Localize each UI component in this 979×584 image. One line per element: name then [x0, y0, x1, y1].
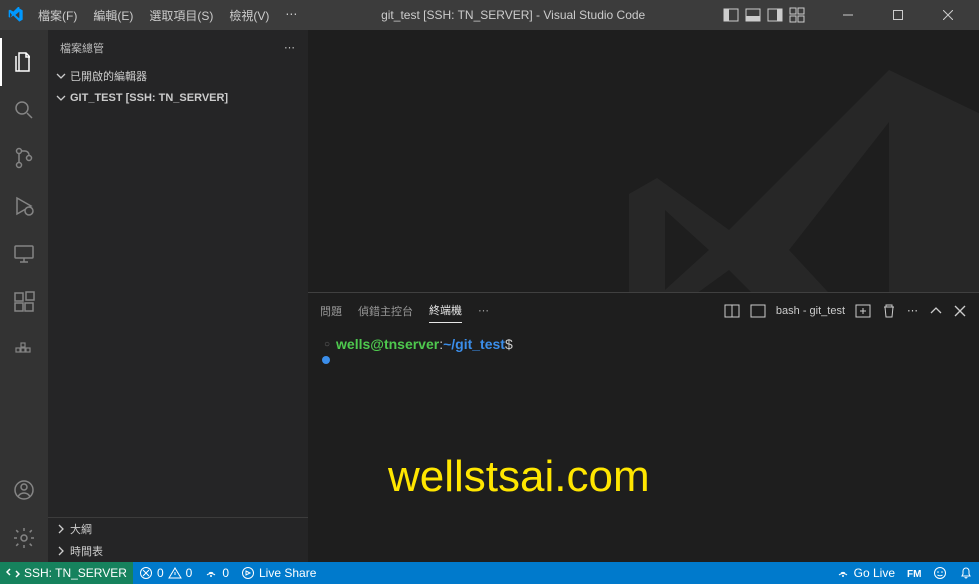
section-label: 時間表 [70, 543, 103, 559]
tab-terminal[interactable]: 終端機 [429, 298, 462, 323]
toggle-primary-sidebar-icon[interactable] [723, 7, 739, 23]
menu-file[interactable]: 檔案(F) [32, 5, 83, 26]
prompt-bullet-icon: ○ [324, 339, 330, 350]
status-notifications[interactable] [953, 562, 979, 584]
new-terminal-icon[interactable] [855, 303, 871, 319]
editor-area: 問題 偵錯主控台 終端機 ⋯ bash - git_test ⋯ ○ [308, 30, 979, 562]
explorer-sidebar: 檔案總管 ⋯ 已開啟的編輯器 GIT_TEST [SSH: TN_SERVER]… [48, 30, 308, 562]
activity-accounts[interactable] [0, 466, 48, 514]
main-area: 檔案總管 ⋯ 已開啟的編輯器 GIT_TEST [SSH: TN_SERVER]… [0, 30, 979, 562]
section-outline[interactable]: 大綱 [48, 518, 308, 540]
status-remote[interactable]: SSH: TN_SERVER [0, 562, 133, 584]
activity-bar [0, 30, 48, 562]
sidebar-title: 檔案總管 [60, 40, 104, 56]
status-golive-label: Go Live [854, 566, 895, 580]
editor-empty[interactable] [308, 30, 979, 292]
status-liveshare[interactable]: Live Share [235, 562, 322, 584]
activity-run-debug[interactable] [0, 182, 48, 230]
maximize-panel-icon[interactable] [929, 304, 943, 318]
terminal-shell-label[interactable]: bash - git_test [776, 305, 845, 317]
activity-source-control[interactable] [0, 134, 48, 182]
section-folder[interactable]: GIT_TEST [SSH: TN_SERVER] [48, 87, 308, 109]
svg-text:FM: FM [907, 569, 921, 580]
menu-selection[interactable]: 選取項目(S) [143, 5, 219, 26]
kill-terminal-icon[interactable] [881, 303, 897, 319]
section-timeline[interactable]: 時間表 [48, 540, 308, 562]
terminal-more-icon[interactable]: ⋯ [907, 304, 919, 317]
status-problems[interactable]: 0 0 [133, 562, 198, 584]
section-label: 已開啟的編輯器 [70, 68, 147, 84]
section-open-editors[interactable]: 已開啟的編輯器 [48, 65, 308, 87]
terminal-content[interactable]: ○ wells@tnserver:~/git_test$ wellstsai.c… [308, 328, 979, 562]
status-feedback[interactable] [927, 562, 953, 584]
status-liveshare-label: Live Share [259, 566, 316, 580]
terminal-panel: 問題 偵錯主控台 終端機 ⋯ bash - git_test ⋯ ○ [308, 292, 979, 562]
activity-docker[interactable] [0, 326, 48, 374]
prompt-dollar: $ [505, 336, 513, 352]
close-panel-icon[interactable] [953, 304, 967, 318]
status-formatter[interactable]: FM [901, 562, 927, 584]
split-terminal-icon[interactable] [724, 303, 740, 319]
activity-settings[interactable] [0, 514, 48, 562]
status-bar: SSH: TN_SERVER 0 0 0 Live Share Go Live … [0, 562, 979, 584]
sidebar-more-icon[interactable]: ⋯ [284, 41, 296, 54]
menu-more[interactable]: ⋯ [279, 5, 303, 26]
status-errors-count: 0 [157, 566, 164, 580]
close-button[interactable] [925, 0, 971, 30]
maximize-button[interactable] [875, 0, 921, 30]
window-controls [825, 0, 971, 30]
status-warnings-count: 0 [186, 566, 193, 580]
vscode-watermark-icon [609, 50, 979, 292]
sidebar-header: 檔案總管 ⋯ [48, 30, 308, 65]
terminal-prompt-line: ○ wells@tnserver:~/git_test$ [324, 336, 963, 352]
chevron-right-icon [56, 524, 66, 534]
panel-tabs: 問題 偵錯主控台 終端機 ⋯ bash - git_test ⋯ [308, 293, 979, 328]
status-remote-label: SSH: TN_SERVER [24, 566, 127, 580]
activity-search[interactable] [0, 86, 48, 134]
menu-bar: 檔案(F) 編輯(E) 選取項目(S) 檢視(V) ⋯ [32, 5, 303, 26]
menu-view[interactable]: 檢視(V) [223, 5, 275, 26]
activity-remote-explorer[interactable] [0, 230, 48, 278]
status-ports-count: 0 [222, 566, 229, 580]
tab-problems[interactable]: 問題 [320, 299, 342, 323]
toggle-secondary-sidebar-icon[interactable] [767, 7, 783, 23]
terminal-cursor-icon [322, 356, 330, 364]
terminal-shell-icon[interactable] [750, 303, 766, 319]
menu-edit[interactable]: 編輯(E) [87, 5, 139, 26]
customize-layout-icon[interactable] [789, 7, 805, 23]
watermark-text: wellstsai.com [388, 452, 650, 502]
activity-explorer[interactable] [0, 38, 48, 86]
layout-controls [723, 7, 805, 23]
window-title: git_test [SSH: TN_SERVER] - Visual Studi… [303, 8, 723, 22]
status-golive[interactable]: Go Live [830, 562, 901, 584]
status-ports[interactable]: 0 [198, 562, 235, 584]
tab-debug-console[interactable]: 偵錯主控台 [358, 299, 413, 323]
file-tree[interactable] [48, 109, 308, 517]
prompt-path: ~/git_test [443, 336, 505, 352]
toggle-panel-icon[interactable] [745, 7, 761, 23]
chevron-right-icon [56, 546, 66, 556]
chevron-down-icon [56, 71, 66, 81]
panel-tabs-more-icon[interactable]: ⋯ [478, 304, 490, 317]
vscode-logo-icon [8, 7, 24, 23]
title-bar: 檔案(F) 編輯(E) 選取項目(S) 檢視(V) ⋯ git_test [SS… [0, 0, 979, 30]
section-label: 大綱 [70, 521, 92, 537]
section-label: GIT_TEST [SSH: TN_SERVER] [70, 92, 228, 104]
chevron-down-icon [56, 93, 66, 103]
prompt-user: wells@tnserver [336, 336, 439, 352]
minimize-button[interactable] [825, 0, 871, 30]
activity-extensions[interactable] [0, 278, 48, 326]
